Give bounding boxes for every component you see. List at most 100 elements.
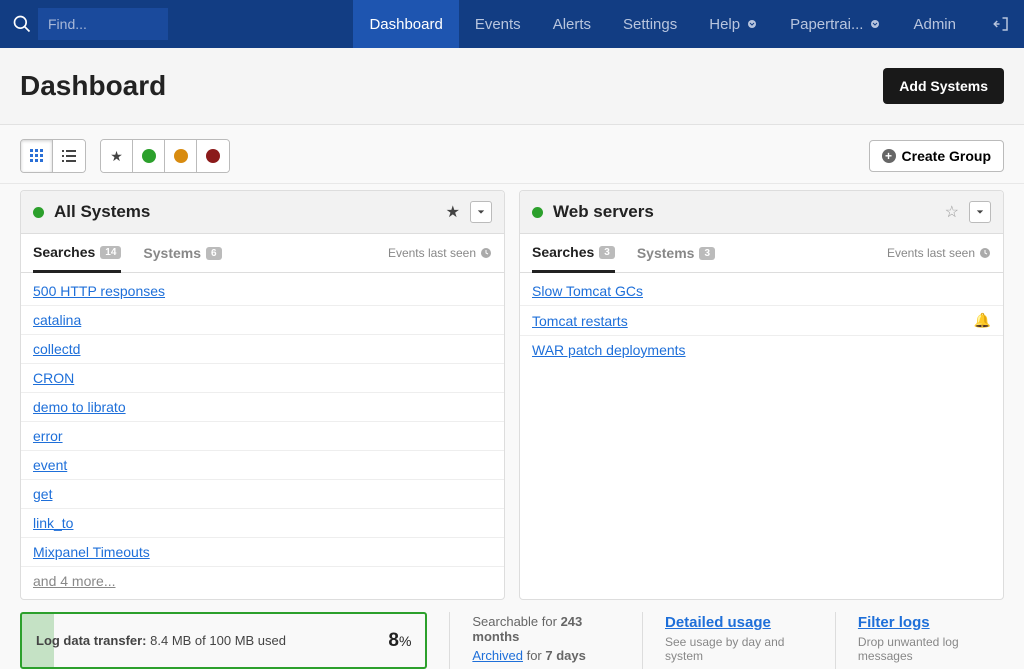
- search-link[interactable]: event: [33, 457, 67, 473]
- grid-icon: [30, 149, 44, 163]
- status-dot-icon: [532, 207, 543, 218]
- filter-green[interactable]: [133, 140, 165, 172]
- search-link[interactable]: 500 HTTP responses: [33, 283, 165, 299]
- page-title: Dashboard: [20, 70, 883, 102]
- card-title: All Systems: [54, 202, 442, 222]
- create-group-button[interactable]: + Create Group: [869, 140, 1004, 172]
- orange-dot-icon: [174, 149, 188, 163]
- filter-group: ★: [100, 139, 230, 173]
- main: All Systems ★ Searches14 Systems6 Events…: [0, 184, 1024, 600]
- nav-help[interactable]: Help: [693, 0, 774, 48]
- green-dot-icon: [142, 149, 156, 163]
- tab-systems[interactable]: Systems3: [637, 245, 715, 271]
- list-item: catalina: [21, 306, 504, 335]
- search-link[interactable]: link_to: [33, 515, 73, 531]
- card-menu-button[interactable]: [470, 201, 492, 223]
- list-item: 500 HTTP responses: [21, 277, 504, 306]
- list-item: get: [21, 480, 504, 509]
- list-item: event: [21, 451, 504, 480]
- list-item: link_to: [21, 509, 504, 538]
- chevron-down-icon: [746, 18, 758, 30]
- add-systems-button[interactable]: Add Systems: [883, 68, 1004, 104]
- search-link[interactable]: CRON: [33, 370, 74, 386]
- search-link[interactable]: error: [33, 428, 63, 444]
- nav-exit[interactable]: [972, 0, 1024, 48]
- star-icon: ★: [110, 148, 123, 165]
- card-header: Web servers ☆: [520, 191, 1003, 234]
- nav-events[interactable]: Events: [459, 0, 537, 48]
- filter-orange[interactable]: [165, 140, 197, 172]
- search-input[interactable]: [38, 8, 168, 40]
- count-badge: 14: [100, 246, 121, 259]
- search-link[interactable]: WAR patch deployments: [532, 342, 686, 358]
- list-item: demo to librato: [21, 393, 504, 422]
- clock-icon: [979, 247, 991, 259]
- list-item: collectd: [21, 335, 504, 364]
- chevron-down-icon: [869, 18, 881, 30]
- filter-red[interactable]: [197, 140, 229, 172]
- card-title: Web servers: [553, 202, 941, 222]
- nav-settings[interactable]: Settings: [607, 0, 693, 48]
- nav-papertrail[interactable]: Papertrai...: [774, 0, 897, 48]
- search-link[interactable]: get: [33, 486, 52, 502]
- caret-down-icon: [976, 208, 984, 216]
- tab-searches[interactable]: Searches14: [33, 244, 121, 273]
- grid-view-button[interactable]: [21, 140, 53, 172]
- search-link[interactable]: demo to librato: [33, 399, 126, 415]
- nav-admin[interactable]: Admin: [897, 0, 972, 48]
- list-item: error: [21, 422, 504, 451]
- usage-box: Log data transfer: 8.4 MB of 100 MB used…: [20, 612, 427, 669]
- list-view-button[interactable]: [53, 140, 85, 172]
- search-link[interactable]: catalina: [33, 312, 81, 328]
- archived-link[interactable]: Archived: [472, 648, 523, 663]
- search-link[interactable]: Tomcat restarts: [532, 313, 628, 329]
- nav-dashboard[interactable]: Dashboard: [353, 0, 458, 48]
- filter-star[interactable]: ★: [101, 140, 133, 172]
- list-item-more: and 4 more...: [21, 567, 504, 595]
- card-list: Slow Tomcat GCs Tomcat restarts 🔔 WAR pat…: [520, 273, 1003, 368]
- list-item: Slow Tomcat GCs: [520, 277, 1003, 306]
- caret-down-icon: [477, 208, 485, 216]
- tab-systems[interactable]: Systems6: [143, 245, 221, 271]
- exit-icon: [992, 15, 1010, 33]
- tab-searches[interactable]: Searches3: [532, 244, 615, 273]
- page-header: Dashboard Add Systems: [0, 48, 1024, 125]
- card-tabs: Searches14 Systems6 Events last seen: [21, 234, 504, 273]
- more-link[interactable]: and 4 more...: [33, 573, 116, 589]
- card-list: 500 HTTP responses catalina collectd CRO…: [21, 273, 504, 599]
- nav-alerts[interactable]: Alerts: [537, 0, 607, 48]
- usage-text: Log data transfer: 8.4 MB of 100 MB used: [36, 633, 286, 648]
- star-toggle[interactable]: ★: [442, 202, 464, 222]
- status-dot-icon: [33, 207, 44, 218]
- count-badge: 3: [699, 247, 715, 260]
- search-link[interactable]: Mixpanel Timeouts: [33, 544, 150, 560]
- detailed-usage-link[interactable]: Detailed usage: [665, 614, 771, 631]
- filter-logs-sub: Drop unwanted log messages: [858, 635, 1004, 663]
- star-toggle[interactable]: ☆: [941, 202, 963, 222]
- footer-filter: Filter logs Drop unwanted log messages: [835, 612, 1004, 669]
- search-link[interactable]: collectd: [33, 341, 80, 357]
- list-item: CRON: [21, 364, 504, 393]
- view-toggle: [20, 139, 86, 173]
- top-nav: Dashboard Events Alerts Settings Help Pa…: [0, 0, 1024, 48]
- footer: Log data transfer: 8.4 MB of 100 MB used…: [0, 600, 1024, 669]
- bell-icon: 🔔: [974, 312, 991, 329]
- card-web-servers: Web servers ☆ Searches3 Systems3 Events …: [519, 190, 1004, 600]
- card-tabs: Searches3 Systems3 Events last seen: [520, 234, 1003, 273]
- toolbar: ★ + Create Group: [0, 125, 1024, 184]
- search-icon: [12, 14, 32, 34]
- search-link[interactable]: Slow Tomcat GCs: [532, 283, 643, 299]
- card-header: All Systems ★: [21, 191, 504, 234]
- search-wrap: [0, 8, 176, 40]
- count-badge: 6: [206, 247, 222, 260]
- detailed-usage-sub: See usage by day and system: [665, 635, 813, 663]
- plus-circle-icon: +: [882, 149, 896, 163]
- clock-icon: [480, 247, 492, 259]
- count-badge: 3: [599, 246, 615, 259]
- footer-detailed: Detailed usage See usage by day and syst…: [642, 612, 813, 669]
- list-item: Tomcat restarts 🔔: [520, 306, 1003, 336]
- list-item: Mixpanel Timeouts: [21, 538, 504, 567]
- filter-logs-link[interactable]: Filter logs: [858, 614, 930, 631]
- list-item: WAR patch deployments: [520, 336, 1003, 364]
- card-menu-button[interactable]: [969, 201, 991, 223]
